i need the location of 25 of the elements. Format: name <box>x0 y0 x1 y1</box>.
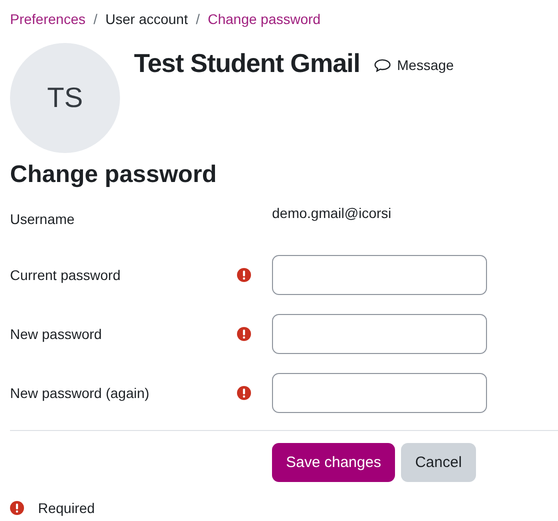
user-avatar: TS <box>10 43 120 153</box>
required-note: Required <box>38 500 95 516</box>
field-label: Current password <box>10 266 122 282</box>
cancel-button[interactable]: Cancel <box>401 443 476 482</box>
breadcrumb-link[interactable]: Change password <box>208 11 321 27</box>
required-icon <box>237 268 251 282</box>
password-field[interactable] <box>272 254 487 294</box>
breadcrumb-link[interactable]: Preferences <box>10 11 86 27</box>
username-value: demo.gmail@icorsi <box>272 205 392 221</box>
required-icon <box>237 326 251 340</box>
breadcrumb-separator: / <box>196 11 200 27</box>
required-icon <box>10 501 24 515</box>
password-field[interactable] <box>272 314 487 354</box>
field-label: New password <box>10 326 103 342</box>
breadcrumb-item: User account <box>105 11 188 27</box>
field-label: New password (again) <box>10 384 150 400</box>
user-name: Test Student Gmail <box>134 48 360 80</box>
required-icon <box>237 386 251 400</box>
speech-bubble-icon <box>374 58 391 72</box>
breadcrumb-separator: / <box>93 11 98 27</box>
field-label: Username <box>10 211 76 227</box>
password-field[interactable] <box>272 372 487 412</box>
page-heading: Change password <box>10 161 218 189</box>
message-link[interactable]: Message <box>374 55 454 75</box>
save-button[interactable]: Save changes <box>272 443 396 482</box>
